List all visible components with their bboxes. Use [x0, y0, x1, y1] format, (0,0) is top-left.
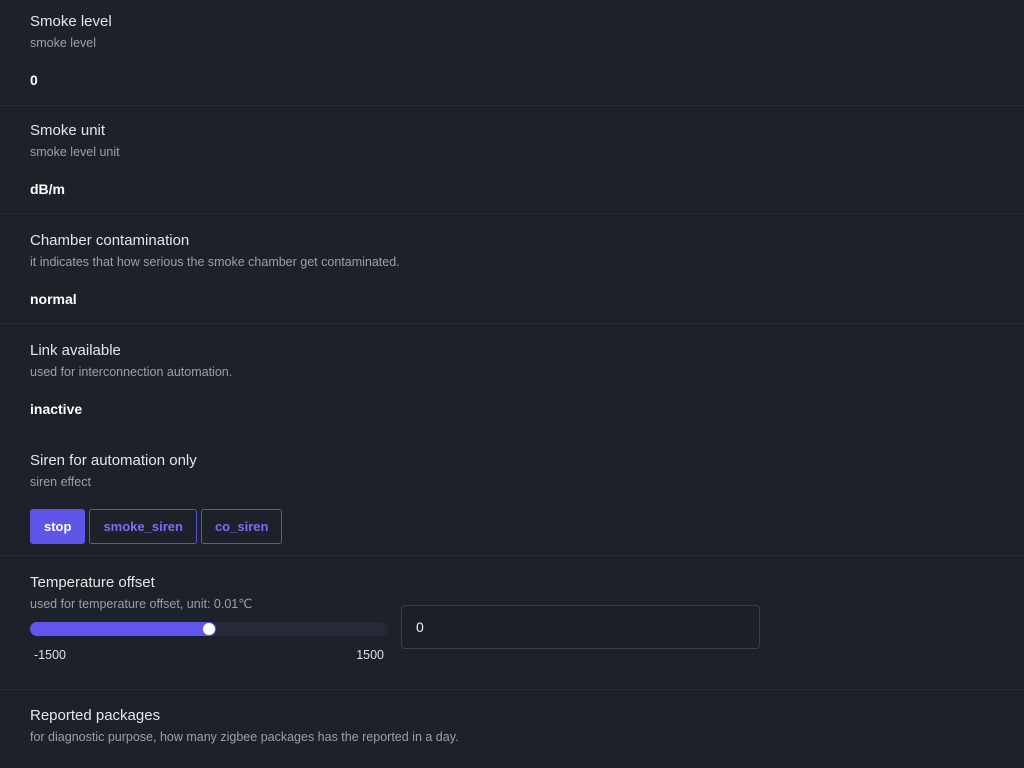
smoke-level-title: Smoke level — [30, 13, 112, 30]
siren-description: siren effect — [30, 475, 91, 489]
chamber-contamination-section: Chamber contamination it indicates that … — [0, 214, 1024, 324]
chamber-contamination-description: it indicates that how serious the smoke … — [30, 255, 400, 269]
chamber-contamination-value: normal — [30, 291, 77, 307]
smoke-level-value: 0 — [30, 72, 38, 88]
reported-packages-title: Reported packages — [30, 707, 161, 724]
smoke-unit-value: dB/m — [30, 181, 65, 197]
device-properties-panel: Smoke level smoke level 0 Smoke unit smo… — [0, 0, 1024, 768]
smoke-level-description: smoke level — [30, 36, 96, 50]
smoke-unit-section: Smoke unit smoke level unit dB/m — [0, 106, 1024, 214]
temperature-offset-title: Temperature offset — [30, 574, 155, 591]
slider-fill — [30, 622, 216, 636]
chamber-contamination-title: Chamber contamination — [30, 232, 190, 249]
siren-title: Siren for automation only — [30, 452, 197, 469]
temperature-offset-input[interactable] — [401, 605, 760, 649]
smoke-unit-description: smoke level unit — [30, 145, 120, 159]
slider-thumb[interactable] — [203, 623, 215, 635]
slider-min-label: -1500 — [34, 648, 66, 662]
siren-smoke-siren-button[interactable]: smoke_siren — [89, 509, 197, 544]
siren-stop-button[interactable]: stop — [30, 509, 86, 544]
link-available-description: used for interconnection automation. — [30, 365, 233, 379]
siren-button-group: stop smoke_siren co_siren — [30, 509, 1024, 544]
link-available-value: inactive — [30, 401, 83, 417]
siren-co-siren-button[interactable]: co_siren — [200, 509, 283, 544]
slider-max-label: 1500 — [356, 648, 384, 662]
reported-packages-description: for diagnostic purpose, how many zigbee … — [30, 730, 459, 744]
smoke-unit-title: Smoke unit — [30, 122, 106, 139]
link-available-title: Link available — [30, 342, 121, 359]
siren-section: Siren for automation only siren effect s… — [0, 434, 1024, 556]
link-available-section: Link available used for interconnection … — [0, 324, 1024, 434]
temperature-offset-section: Temperature offset used for temperature … — [0, 556, 1024, 690]
reported-packages-section: Reported packages for diagnostic purpose… — [0, 690, 1024, 768]
smoke-level-section: Smoke level smoke level 0 — [0, 0, 1024, 106]
